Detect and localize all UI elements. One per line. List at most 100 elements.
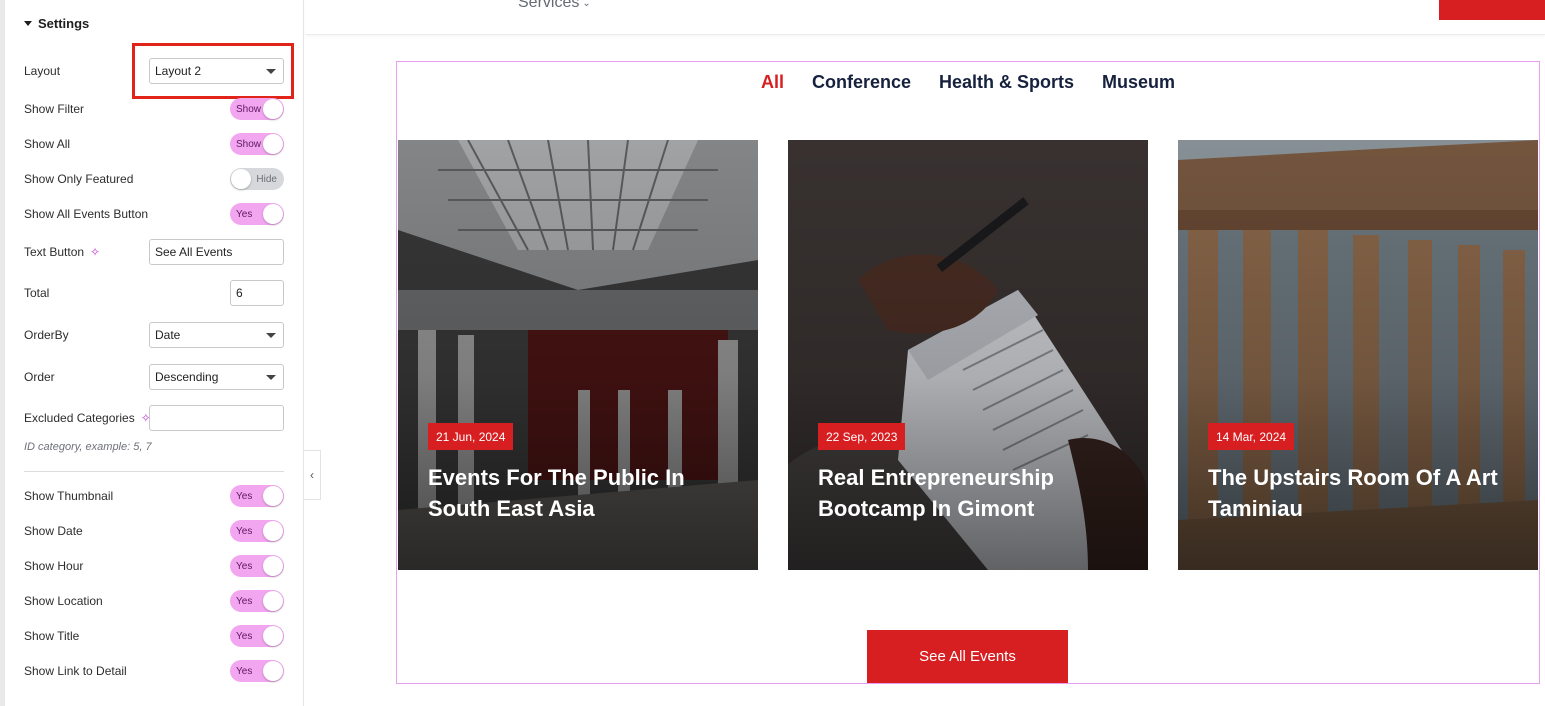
toggle-knob bbox=[263, 521, 283, 541]
panel-collapse-button[interactable]: ‹ bbox=[304, 450, 321, 500]
header-cta-button[interactable] bbox=[1439, 0, 1545, 20]
show-thumbnail-label: Show Thumbnail bbox=[24, 489, 114, 503]
show-all-label: Show All bbox=[24, 137, 71, 151]
order-select-value: Descending bbox=[155, 370, 219, 384]
show-filter-toggle[interactable]: Show bbox=[230, 98, 284, 120]
site-header: Services ⌄ bbox=[305, 0, 1545, 35]
layout-label: Layout bbox=[24, 64, 61, 78]
select-arrow-icon bbox=[266, 333, 276, 338]
toggle-state-text: Yes bbox=[236, 595, 253, 607]
show-only-featured-toggle[interactable]: Hide bbox=[230, 168, 284, 190]
excluded-categories-row: Excluded Categories ✧ bbox=[24, 405, 284, 431]
show-thumbnail-row: Show Thumbnail Yes bbox=[24, 485, 284, 507]
toggle-knob bbox=[263, 204, 283, 224]
show-all-row: Show All Show bbox=[24, 133, 284, 155]
order-row: Order Descending bbox=[24, 364, 284, 390]
show-title-row: Show Title Yes bbox=[24, 625, 284, 647]
event-filter-bar: All Conference Health & Sports Museum bbox=[397, 72, 1539, 93]
event-card[interactable]: 22 Sep, 2023 Real Entrepreneurship Bootc… bbox=[788, 140, 1148, 570]
toggle-state-text: Yes bbox=[236, 525, 253, 537]
orderby-label: OrderBy bbox=[24, 328, 69, 342]
order-label: Order bbox=[24, 370, 55, 384]
toggle-state-text: Yes bbox=[236, 208, 253, 220]
caret-down-icon bbox=[24, 20, 32, 26]
event-card[interactable]: 21 Jun, 2024 Events For The Public In So… bbox=[398, 140, 758, 570]
panel-edge bbox=[0, 0, 5, 706]
see-all-events-button[interactable]: See All Events bbox=[867, 630, 1068, 683]
filter-museum[interactable]: Museum bbox=[1102, 72, 1175, 93]
toggle-knob bbox=[263, 486, 283, 506]
chevron-down-icon: ⌄ bbox=[582, 0, 591, 9]
show-filter-label: Show Filter bbox=[24, 102, 85, 116]
show-title-toggle[interactable]: Yes bbox=[230, 625, 284, 647]
filter-all[interactable]: All bbox=[761, 72, 784, 93]
show-link-to-detail-row: Show Link to Detail Yes bbox=[24, 660, 284, 682]
show-location-toggle[interactable]: Yes bbox=[230, 590, 284, 612]
event-card[interactable]: 14 Mar, 2024 The Upstairs Room Of A Art … bbox=[1178, 140, 1538, 570]
sparkle-icon[interactable]: ✧ bbox=[90, 246, 100, 258]
text-button-input[interactable]: See All Events bbox=[149, 239, 284, 265]
layout-select-value: Layout 2 bbox=[155, 64, 202, 78]
total-row: Total 6 bbox=[24, 280, 284, 306]
show-hour-row: Show Hour Yes bbox=[24, 555, 284, 577]
show-hour-label: Show Hour bbox=[24, 559, 84, 573]
show-title-label: Show Title bbox=[24, 629, 80, 643]
nav-services-label: Services bbox=[518, 0, 580, 11]
text-button-label-wrap: Text Button ✧ bbox=[24, 245, 100, 259]
show-link-to-detail-toggle[interactable]: Yes bbox=[230, 660, 284, 682]
chevron-left-icon: ‹ bbox=[310, 468, 314, 482]
orderby-row: OrderBy Date bbox=[24, 322, 284, 348]
event-title[interactable]: Real Entrepreneurship Bootcamp In Gimont bbox=[818, 462, 1138, 524]
toggle-knob bbox=[263, 591, 283, 611]
filter-health-sports[interactable]: Health & Sports bbox=[939, 72, 1074, 93]
toggle-state-text: Show bbox=[236, 138, 262, 150]
settings-divider bbox=[24, 471, 284, 472]
total-label: Total bbox=[24, 286, 50, 300]
text-button-input-value: See All Events bbox=[155, 245, 233, 259]
excluded-categories-hint: ID category, example: 5, 7 bbox=[24, 441, 152, 453]
toggle-state-text: Yes bbox=[236, 630, 253, 642]
toggle-state-text: Yes bbox=[236, 560, 253, 572]
show-only-featured-label: Show Only Featured bbox=[24, 172, 134, 186]
toggle-knob bbox=[263, 661, 283, 681]
orderby-select[interactable]: Date bbox=[149, 322, 284, 348]
toggle-knob bbox=[263, 626, 283, 646]
show-date-toggle[interactable]: Yes bbox=[230, 520, 284, 542]
events-widget: All Conference Health & Sports Museum 21… bbox=[396, 61, 1540, 684]
show-location-row: Show Location Yes bbox=[24, 590, 284, 612]
event-title[interactable]: Events For The Public In South East Asia bbox=[428, 462, 748, 524]
select-arrow-icon bbox=[266, 375, 276, 380]
show-all-events-button-toggle[interactable]: Yes bbox=[230, 203, 284, 225]
nav-item-services[interactable]: Services ⌄ bbox=[518, 0, 591, 12]
orderby-select-value: Date bbox=[155, 328, 181, 342]
show-all-toggle[interactable]: Show bbox=[230, 133, 284, 155]
show-link-to-detail-label: Show Link to Detail bbox=[24, 664, 127, 678]
settings-panel: Settings Layout Layout 2 Show Filter Sho… bbox=[0, 0, 304, 706]
excluded-categories-label: Excluded Categories bbox=[24, 411, 135, 425]
toggle-state-text: Yes bbox=[236, 490, 253, 502]
toggle-knob bbox=[231, 169, 251, 189]
event-title[interactable]: The Upstairs Room Of A Art Taminiau bbox=[1208, 462, 1528, 524]
show-thumbnail-toggle[interactable]: Yes bbox=[230, 485, 284, 507]
toggle-knob bbox=[263, 556, 283, 576]
text-button-row: Text Button ✧ See All Events bbox=[24, 239, 284, 265]
layout-select[interactable]: Layout 2 bbox=[149, 58, 284, 84]
show-hour-toggle[interactable]: Yes bbox=[230, 555, 284, 577]
settings-section-toggle[interactable]: Settings bbox=[24, 14, 89, 32]
toggle-state-text: Hide bbox=[256, 173, 277, 185]
toggle-state-text: Show bbox=[236, 103, 262, 115]
select-arrow-icon bbox=[266, 69, 276, 74]
show-date-row: Show Date Yes bbox=[24, 520, 284, 542]
total-input-value: 6 bbox=[236, 286, 243, 300]
show-filter-row: Show Filter Show bbox=[24, 98, 284, 120]
toggle-knob bbox=[263, 134, 283, 154]
total-input[interactable]: 6 bbox=[230, 280, 284, 306]
toggle-knob bbox=[263, 99, 283, 119]
event-date-badge: 14 Mar, 2024 bbox=[1208, 423, 1295, 450]
text-button-label: Text Button bbox=[24, 245, 85, 259]
order-select[interactable]: Descending bbox=[149, 364, 284, 390]
excluded-categories-input[interactable] bbox=[149, 405, 284, 431]
show-date-label: Show Date bbox=[24, 524, 83, 538]
filter-conference[interactable]: Conference bbox=[812, 72, 911, 93]
show-only-featured-row: Show Only Featured Hide bbox=[24, 168, 284, 190]
